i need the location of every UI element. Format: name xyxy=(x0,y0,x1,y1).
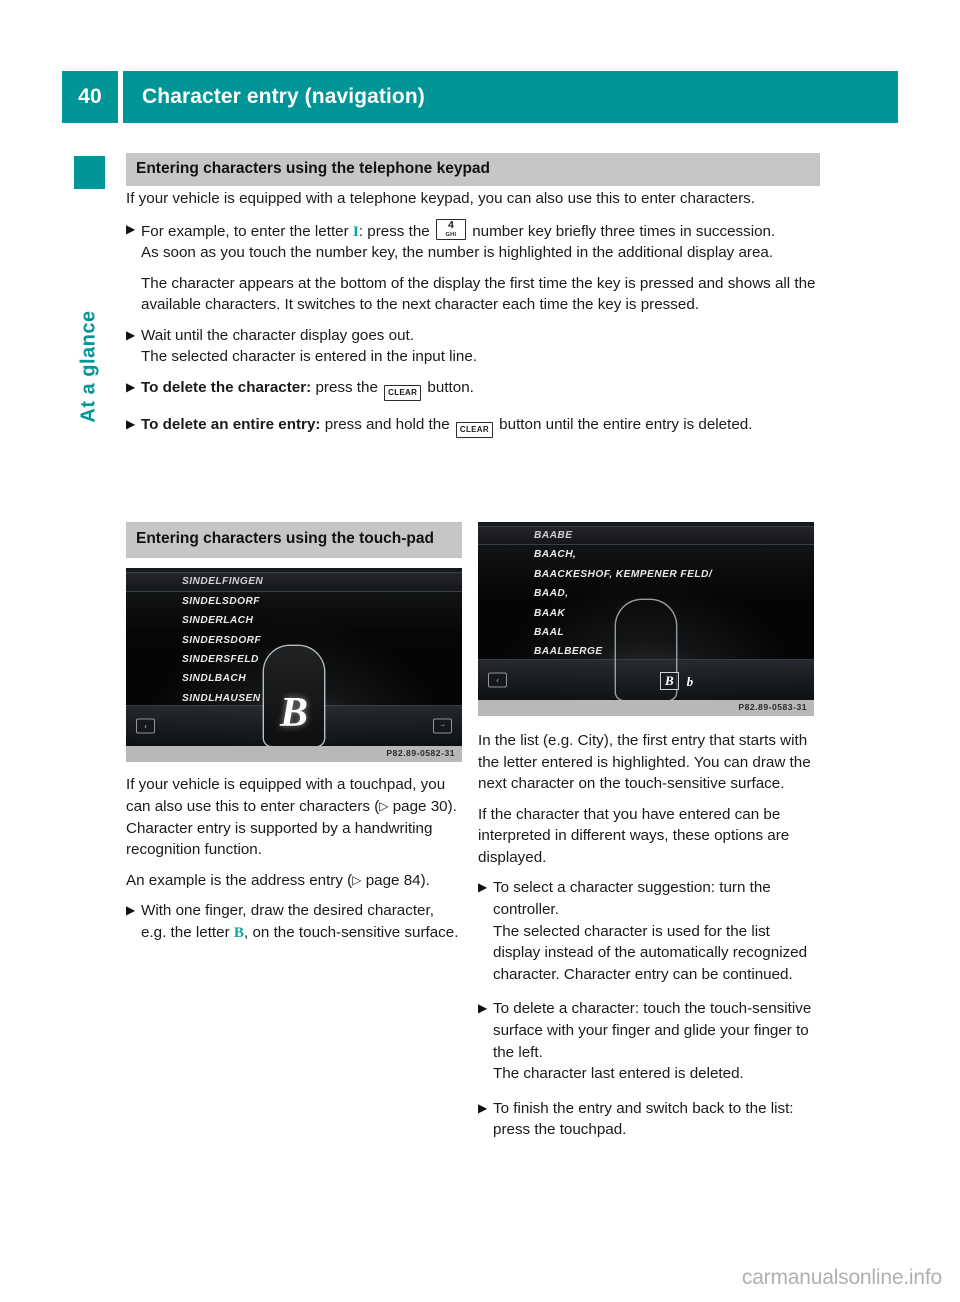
bullet-lead: To delete an entire entry: xyxy=(141,416,321,434)
bullet-lead: To delete the character: xyxy=(141,379,312,397)
bullet-delete-character: ▶ To delete the character: press the CLE… xyxy=(126,377,826,402)
city-list-right: BAABE BAACH, BAACKESHOF, KEMPENER FELD/ … xyxy=(478,526,814,662)
bullet-text-before: For example, to enter the letter xyxy=(141,222,353,240)
column-right: BAABE BAACH, BAACKESHOF, KEMPENER FELD/ … xyxy=(478,522,814,1150)
bullet-draw-character: ▶ With one finger, draw the desired char… xyxy=(126,900,462,943)
bullet-text: To finish the entry and switch back to t… xyxy=(493,1099,794,1139)
bullet-select-suggestion: ▶ To select a character suggestion: turn… xyxy=(478,877,814,985)
reference-page[interactable]: page 84 xyxy=(361,872,421,889)
bullet-arrow-icon: ▶ xyxy=(126,327,136,342)
section-heading-touchpad: Entering characters using the touch-pad xyxy=(126,522,462,559)
left-column-text: If your vehicle is equipped with a touch… xyxy=(126,774,462,943)
footer-watermark: carmanualsonline.info xyxy=(741,1266,942,1289)
bullet-text-before: press the xyxy=(311,379,383,397)
bullet-text: To select a character suggestion: turn t… xyxy=(493,879,771,919)
number-key-digit: 4 xyxy=(448,218,454,231)
character-suggestions: B b xyxy=(660,672,693,690)
bullet-arrow-icon: ▶ xyxy=(478,880,488,895)
bullet-wait-display: ▶ Wait until the character display goes … xyxy=(126,325,826,368)
bullet-text-before: press and hold the xyxy=(320,416,454,434)
reference-page[interactable]: page 30 xyxy=(388,798,448,815)
bullet-arrow-icon: ▶ xyxy=(478,1100,488,1115)
city-list-left: SINDELFINGEN SINDELSDORF SINDERLACH SIND… xyxy=(126,572,462,708)
list-item[interactable]: SINDERSDORF xyxy=(126,631,462,650)
list-item[interactable]: BAAD, xyxy=(478,584,814,603)
paragraph-address-example: An example is the address entry (▷ page … xyxy=(126,870,462,892)
bullet-text-after: , on the touch-sensitive surface. xyxy=(244,923,459,941)
mbux-screen-right: BAABE BAACH, BAACKESHOF, KEMPENER FELD/ … xyxy=(478,522,814,700)
bullet-text-after: button until the entire entry is deleted… xyxy=(494,416,753,434)
bullet-arrow-icon: ▶ xyxy=(478,1001,488,1016)
paragraph-text-after: ). xyxy=(420,871,430,889)
inline-letter-b: B xyxy=(233,923,245,941)
number-key-letters: GHI xyxy=(445,231,457,238)
bullet-text-mid: : press the xyxy=(358,222,434,240)
back-button-icon[interactable]: ‹ xyxy=(488,672,507,688)
bullet-example-letter: ▶ For example, to enter the letter I: pr… xyxy=(126,218,826,316)
handwritten-character: B xyxy=(279,690,309,737)
section-body-keypad: If your vehicle is equipped with a telep… xyxy=(126,188,826,447)
bullet-text: Wait until the character display goes ou… xyxy=(141,326,414,344)
section-heading-keypad: Entering characters using the telephone … xyxy=(126,153,820,187)
figure-touchpad-draw: SINDELFINGEN SINDELSDORF SINDERLACH SIND… xyxy=(126,568,462,763)
page-number: 40 xyxy=(62,71,118,123)
paragraph-list-highlight: In the list (e.g. City), the first entry… xyxy=(478,732,811,793)
mbux-screen-left: SINDELFINGEN SINDELSDORF SINDERLACH SIND… xyxy=(126,568,462,747)
bullet-arrow-icon: ▶ xyxy=(126,380,136,395)
chapter-label-text: At a glance xyxy=(78,310,101,423)
back-button-icon[interactable]: ‹ xyxy=(136,718,155,734)
list-item[interactable]: BAAL xyxy=(478,623,814,642)
paragraph-interpretation-options: If the character that you have entered c… xyxy=(478,805,790,866)
keypad-sub-line-2: The character appears at the bottom of t… xyxy=(141,274,816,314)
paragraph-text-before: An example is the address entry ( xyxy=(126,871,353,889)
keypad-intro-paragraph: If your vehicle is equipped with a telep… xyxy=(126,190,755,207)
bullet-finish-entry: ▶ To finish the entry and switch back to… xyxy=(478,1098,814,1141)
list-item[interactable]: SINDELSDORF xyxy=(126,592,462,611)
forward-button-icon[interactable]: → xyxy=(433,718,452,734)
bullet-delete-entry: ▶ To delete an entire entry: press and h… xyxy=(126,414,826,439)
chapter-label: At a glance xyxy=(74,198,105,422)
list-item[interactable]: SINDLBACH xyxy=(126,669,462,688)
page-header: 40 Character entry (navigation) xyxy=(62,71,898,123)
suggestion-option-active[interactable]: B xyxy=(660,672,679,690)
screen-bottom-bar: ‹ xyxy=(478,659,814,700)
bullet-arrow-icon: ▶ xyxy=(126,417,136,432)
chapter-tab-marker xyxy=(74,156,105,189)
list-item[interactable]: BAABE xyxy=(478,526,814,546)
wait-sub-line: The selected character is entered in the… xyxy=(141,348,478,366)
bullet-text: To delete a character: touch the touch-s… xyxy=(493,1000,812,1061)
bullet-text-after: button. xyxy=(423,379,474,397)
right-column-text: In the list (e.g. City), the first entry… xyxy=(478,730,814,1141)
page-title: Character entry (navigation) xyxy=(123,71,898,123)
delete-sub-line: The character last entered is deleted. xyxy=(493,1065,744,1083)
figure-touchpad-suggestion: BAABE BAACH, BAACKESHOF, KEMPENER FELD/ … xyxy=(478,522,814,716)
bullet-text-after: number key briefly three times in succes… xyxy=(472,222,776,240)
list-item[interactable]: BAACH, xyxy=(478,545,814,564)
figure-caption: P82.89-0582-31 xyxy=(126,746,462,763)
list-item[interactable]: SINDELFINGEN xyxy=(126,572,462,592)
clear-key-icon: CLEAR xyxy=(455,422,493,439)
bullet-arrow-icon: ▶ xyxy=(126,221,136,236)
list-item[interactable]: SINDERLACH xyxy=(126,611,462,630)
keypad-sub-line-1: As soon as you touch the number key, the… xyxy=(141,244,774,262)
bullet-arrow-icon: ▶ xyxy=(126,903,136,918)
clear-key-icon: CLEAR xyxy=(384,385,422,402)
suggestion-option[interactable]: b xyxy=(687,674,694,689)
suggestion-sub-line: The selected character is used for the l… xyxy=(493,922,808,983)
paragraph-touchpad-intro: If your vehicle is equipped with a touch… xyxy=(126,774,462,860)
list-item[interactable]: SINDERSFELD xyxy=(126,650,462,669)
figure-caption: P82.89-0583-31 xyxy=(478,700,814,716)
column-left: Entering characters using the touch-pad … xyxy=(126,522,462,953)
bullet-delete-character-touch: ▶ To delete a character: touch the touch… xyxy=(478,998,814,1084)
number-key-4-icon: 4 GHI xyxy=(435,218,466,240)
list-item[interactable]: BAACKESHOF, KEMPENER FELD/ xyxy=(478,565,814,584)
list-item[interactable]: BAAK xyxy=(478,604,814,623)
